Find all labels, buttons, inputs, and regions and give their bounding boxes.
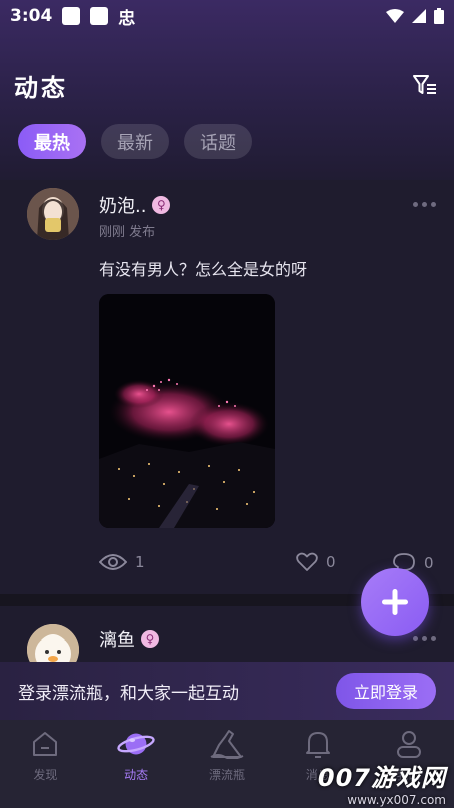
more-options-icon[interactable] [413, 636, 436, 641]
like-button[interactable]: 0 [296, 552, 336, 572]
post-card[interactable]: 奶泡.. ♀ 刚刚 发布 有没有男人？怎么全是女的呀 1 0 0 [0, 180, 454, 594]
nav-item-discover[interactable]: 发现 [5, 728, 85, 808]
bell-icon [305, 732, 330, 758]
username-text: 漓鱼 [99, 630, 135, 651]
more-options-icon[interactable] [413, 202, 436, 207]
watermark-text: 007游戏网 [317, 764, 446, 792]
tab-hottest[interactable]: 最热 [18, 124, 86, 159]
post-username[interactable]: 奶泡.. ♀ [99, 192, 171, 218]
nav-label: 漂流瓶 [208, 768, 245, 782]
login-banner: 登录漂流瓶，和大家一起互动 立即登录 [0, 662, 454, 720]
heart-icon [296, 552, 318, 571]
female-icon: ♀ [152, 196, 171, 214]
wifi-icon [386, 9, 404, 23]
person-icon [396, 731, 421, 758]
filter-icon[interactable] [410, 70, 440, 100]
tab-topics[interactable]: 话题 [184, 124, 252, 159]
eye-icon [99, 554, 127, 570]
likes-count: 0 [326, 553, 336, 571]
post-text: 有没有男人？怎么全是女的呀 [99, 260, 308, 279]
battery-icon [434, 8, 444, 24]
page-header: 动态 [0, 62, 454, 108]
post-time: 刚刚 发布 [99, 225, 156, 240]
female-icon: ♀ [141, 630, 159, 648]
views-count: 1 [135, 553, 145, 571]
watermark-url: www.yx007.com [347, 793, 446, 807]
avatar[interactable] [27, 624, 79, 662]
plus-icon [382, 589, 408, 615]
page-title: 动态 [14, 73, 68, 102]
planet-icon [117, 733, 155, 755]
nav-label: 动态 [124, 768, 149, 782]
login-message: 登录漂流瓶，和大家一起互动 [18, 683, 239, 704]
home-icon [33, 732, 58, 756]
nav-item-bottle[interactable]: 漂流瓶 [187, 728, 267, 808]
comments-count: 0 [424, 554, 434, 572]
tab-latest[interactable]: 最新 [101, 124, 169, 159]
feed-tabs: 最热 最新 话题 [18, 124, 252, 159]
create-post-button[interactable] [361, 568, 429, 636]
notification-icon [62, 7, 81, 25]
status-bar: 3:04 忠 [0, 0, 454, 32]
site-watermark: 007游戏网 www.yx007.com [318, 758, 446, 807]
fireworks-photo [99, 294, 275, 528]
username-text: 奶泡.. [99, 196, 147, 217]
nav-item-feed[interactable]: 动态 [96, 728, 176, 808]
status-glyph: 忠 [118, 8, 136, 29]
bottle-icon [210, 730, 244, 759]
notification-icon [90, 7, 109, 25]
post-username[interactable]: 漓鱼 ♀ [99, 626, 159, 652]
signal-icon [412, 9, 426, 23]
status-time: 3:04 [10, 6, 53, 26]
avatar[interactable] [27, 188, 79, 240]
login-button[interactable]: 立即登录 [335, 673, 436, 709]
views-stat: 1 [99, 552, 145, 572]
post-image[interactable] [99, 294, 275, 528]
nav-label: 发现 [33, 768, 58, 782]
